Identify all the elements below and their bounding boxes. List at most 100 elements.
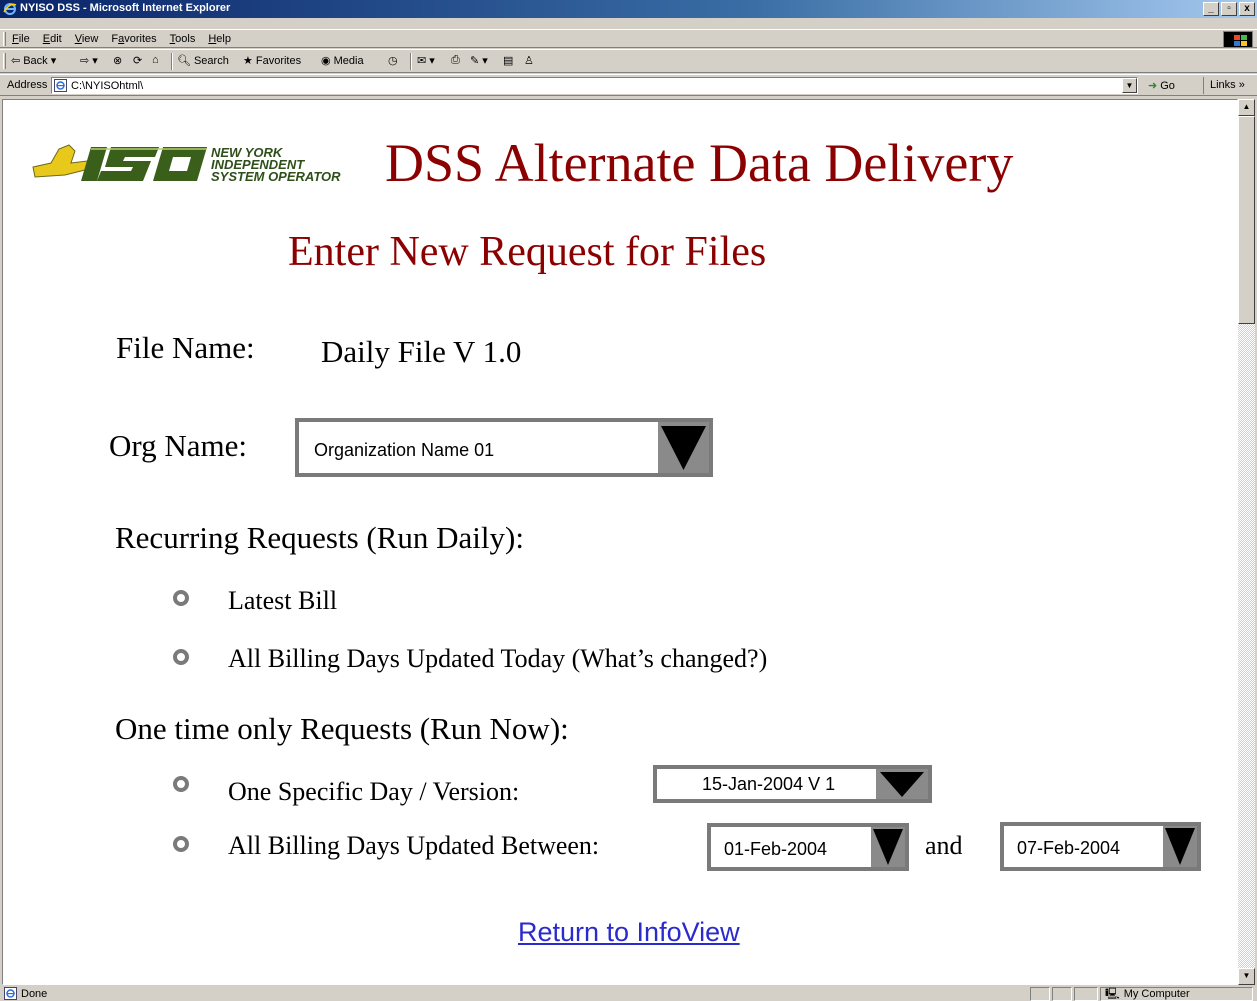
option-updated-today-label: All Billing Days Updated Today (What’s c… [228,644,768,673]
menu-file[interactable]: File [12,33,30,45]
org-name-select[interactable]: Organization Name 01 [295,418,713,477]
back-dropdown-icon[interactable]: ▾ [51,54,57,67]
radio-billing-days-between[interactable] [173,836,189,852]
standard-toolbar: ⇦ Back ▾ ⇨ ▾ ⊗ ⟳ ⌂ 🔍︎ Search ★ Favorites… [0,49,1257,73]
specific-day-selected-value: 15-Jan-2004 V 1 [702,774,836,794]
menu-view[interactable]: View [75,33,99,45]
media-label: Media [333,54,364,67]
back-arrow-icon: ⇦ [11,55,21,67]
page-title: DSS Alternate Data Delivery [385,133,1014,193]
file-name-label: File Name: [116,330,255,365]
print-button[interactable]: ⎙ [451,54,460,67]
stop-button[interactable]: ⊗ [113,54,122,67]
address-input[interactable]: C:\NYISOhtml\ ▼ [51,77,1138,94]
go-label: Go [1160,79,1175,92]
history-button[interactable]: ◷ [388,54,398,67]
status-pane [1030,987,1050,1001]
chevron-down-icon [661,426,706,470]
window-title-bar[interactable]: NYISO DSS - Microsoft Internet Explorer … [0,0,1257,18]
media-button[interactable]: ◉ Media [321,54,364,68]
scrollbar-thumb[interactable] [1238,116,1255,324]
option-specific-day-label: One Specific Day / Version: [228,777,520,806]
status-pane [1074,987,1098,1001]
menu-favorites[interactable]: Favorites [111,33,156,45]
menu-bar: File Edit View Favorites Tools Help [0,29,1257,48]
computer-icon: 🖳 [1105,987,1120,1000]
search-icon: 🔍︎ [177,55,191,67]
chevron-down-icon [1165,828,1195,865]
chevron-down-icon [873,829,903,865]
scroll-down-button[interactable]: ▼ [1238,968,1255,985]
edit-icon: ✎ [470,55,480,67]
status-text: Done [21,987,48,1000]
mail-button[interactable]: ✉ ▾ [417,54,435,67]
org-name-selected-value: Organization Name 01 [314,440,495,460]
messenger-button[interactable]: ♙ [524,54,534,67]
menu-tools[interactable]: Tools [170,33,196,45]
address-label: Address [7,79,48,91]
forward-dropdown-icon[interactable]: ▾ [92,54,98,67]
page-done-icon [4,987,17,1000]
and-label: and [925,831,963,860]
go-button[interactable]: ➜ Go [1148,79,1175,93]
minimize-button[interactable]: _ [1203,2,1219,16]
specific-day-select[interactable]: 15-Jan-2004 V 1 [653,765,932,803]
one-time-requests-heading: One time only Requests (Run Now): [115,711,569,746]
nyiso-logo: NEW YORK INDEPENDENT SYSTEM OPERATOR [32,144,341,184]
home-button[interactable]: ⌂ [152,54,159,66]
discuss-button[interactable]: ▤ [503,54,513,67]
menu-help[interactable]: Help [208,33,231,45]
toolbar-grip[interactable] [3,53,6,69]
links-button[interactable]: Links » [1203,77,1245,94]
between-start-dropdown-button[interactable] [871,827,905,867]
print-icon: ⎙ [451,54,460,66]
messenger-icon: ♙ [524,55,534,67]
logo-line-3: SYSTEM OPERATOR [211,169,341,184]
forward-button[interactable]: ⇨ ▾ [80,54,98,67]
window-title: NYISO DSS - Microsoft Internet Explorer [20,2,231,14]
between-start-selected-value: 01-Feb-2004 [724,839,828,859]
stop-icon: ⊗ [113,55,123,67]
recurring-requests-heading: Recurring Requests (Run Daily): [115,520,524,555]
between-end-dropdown-button[interactable] [1163,826,1197,867]
address-value: C:\NYISOhtml\ [71,80,144,92]
between-end-select[interactable]: 07-Feb-2004 [1000,822,1201,871]
page-icon [54,79,67,92]
favorites-button[interactable]: ★ Favorites [243,54,301,68]
return-to-infoview-link[interactable]: Return to InfoView [518,917,740,948]
status-pane [1052,987,1072,1001]
org-name-dropdown-button[interactable] [658,422,709,473]
go-arrow-icon: ➜ [1148,80,1158,92]
maximize-button[interactable]: ▫ [1221,2,1237,16]
search-button[interactable]: 🔍︎ Search [177,54,229,68]
radio-updated-today[interactable] [173,649,189,665]
address-dropdown-icon[interactable]: ▼ [1122,78,1137,93]
forward-arrow-icon: ⇨ [80,55,90,67]
edit-button[interactable]: ✎ ▾ [470,54,488,67]
status-bar: Done 🖳 My Computer [0,986,1257,1001]
search-label: Search [193,54,229,67]
file-name-value: Daily File V 1.0 [321,334,522,369]
close-button[interactable]: x [1239,2,1255,16]
page-content: NEW YORK INDEPENDENT SYSTEM OPERATOR DSS… [2,99,1238,985]
org-name-label: Org Name: [109,428,248,463]
between-start-select[interactable]: 01-Feb-2004 [707,823,909,871]
scroll-up-button[interactable]: ▲ [1238,99,1255,116]
refresh-button[interactable]: ⟳ [133,54,142,67]
edit-dropdown-icon[interactable]: ▾ [482,54,488,67]
menu-bar-grip[interactable] [3,32,6,46]
specific-day-dropdown-button[interactable] [876,769,928,799]
internet-explorer-icon [3,3,17,15]
history-icon: ◷ [388,55,398,67]
radio-latest-bill[interactable] [173,590,189,606]
page-subtitle: Enter New Request for Files [288,229,767,275]
address-bar: Address C:\NYISOhtml\ ▼ ➜ Go Links » [0,74,1257,96]
radio-specific-day[interactable] [173,776,189,792]
discuss-icon: ▤ [503,55,514,67]
windows-logo-icon [1223,31,1253,48]
mail-dropdown-icon[interactable]: ▾ [429,54,435,67]
vertical-scrollbar[interactable]: ▲ ▼ [1238,99,1255,985]
back-button[interactable]: ⇦ Back ▾ [11,54,57,68]
menu-edit[interactable]: Edit [43,33,62,45]
back-label: Back [23,54,48,67]
